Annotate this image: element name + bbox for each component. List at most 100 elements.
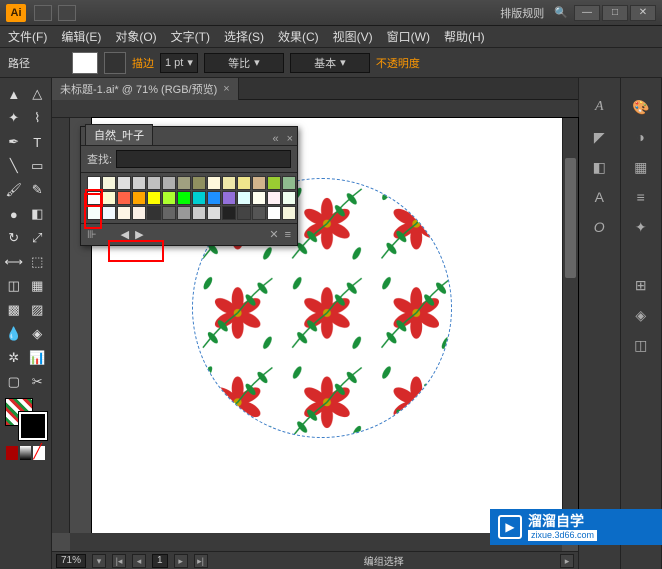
- swatch-item[interactable]: [237, 206, 251, 220]
- menu-effect[interactable]: 效果(C): [278, 28, 319, 45]
- delete-swatch-icon[interactable]: ✕: [269, 228, 278, 241]
- stroke-weight-input[interactable]: 1 pt▾: [160, 53, 198, 73]
- swatch-item[interactable]: [267, 206, 281, 220]
- swatch-item[interactable]: [132, 176, 146, 190]
- opacity-label[interactable]: 不透明度: [376, 55, 420, 71]
- scrollbar-vertical[interactable]: [562, 118, 578, 533]
- swatch-item[interactable]: [102, 191, 116, 205]
- profile-dropdown[interactable]: 等比▾: [204, 53, 284, 73]
- fill-swatch[interactable]: [72, 52, 98, 74]
- menu-select[interactable]: 选择(S): [224, 28, 264, 45]
- eyedropper-tool[interactable]: 💧: [2, 322, 26, 346]
- swatch-item[interactable]: [252, 206, 266, 220]
- menu-help[interactable]: 帮助(H): [444, 28, 485, 45]
- swatch-search-input[interactable]: [116, 150, 291, 168]
- zoom-level[interactable]: 71%: [56, 554, 86, 568]
- character-panel-icon[interactable]: A: [588, 96, 610, 118]
- chevron-down-icon[interactable]: ▾: [340, 56, 346, 69]
- stroke-panel-icon[interactable]: ◤: [588, 126, 610, 148]
- opentype-panel-icon[interactable]: O: [588, 216, 610, 238]
- menu-file[interactable]: 文件(F): [8, 28, 47, 45]
- swatch-item[interactable]: [282, 191, 296, 205]
- rotate-tool[interactable]: ↻: [2, 226, 26, 250]
- blob-brush-tool[interactable]: ●: [2, 202, 26, 226]
- free-transform-tool[interactable]: ⬚: [26, 250, 50, 274]
- swatches-panel[interactable]: 自然_叶子 « × 查找: ⊪ ◀ ▶ ✕ ≡: [80, 126, 298, 246]
- swatch-item[interactable]: [192, 191, 206, 205]
- swatch-item[interactable]: [177, 176, 191, 190]
- swatch-item[interactable]: [87, 206, 101, 220]
- tab-close-icon[interactable]: ×: [223, 83, 229, 95]
- pen-tool[interactable]: ✒: [2, 130, 26, 154]
- swatch-item[interactable]: [192, 176, 206, 190]
- perspective-tool[interactable]: ▦: [26, 274, 50, 298]
- swatch-item[interactable]: [237, 176, 251, 190]
- swatch-item[interactable]: [222, 206, 236, 220]
- gradient-mode[interactable]: [20, 446, 32, 460]
- lasso-tool[interactable]: ⌇: [26, 106, 50, 130]
- swatch-item[interactable]: [177, 191, 191, 205]
- color-panel-icon[interactable]: 🎨: [630, 96, 652, 118]
- menu-window[interactable]: 窗口(W): [387, 28, 430, 45]
- arrange-docs-button[interactable]: [58, 5, 76, 21]
- swatch-item[interactable]: [282, 206, 296, 220]
- type-tool[interactable]: T: [26, 130, 50, 154]
- swatch-item[interactable]: [162, 176, 176, 190]
- width-tool[interactable]: ⟷: [2, 250, 26, 274]
- swatch-item[interactable]: [222, 176, 236, 190]
- brush-dropdown[interactable]: 基本▾: [290, 53, 370, 73]
- swatch-item[interactable]: [162, 206, 176, 220]
- brushes-panel-icon[interactable]: ≡: [630, 186, 652, 208]
- symbol-sprayer-tool[interactable]: ✲: [2, 346, 26, 370]
- stroke-color[interactable]: [19, 412, 47, 440]
- artboard-tool[interactable]: ▢: [2, 370, 26, 394]
- swatch-item[interactable]: [237, 191, 251, 205]
- selection-tool[interactable]: ▲: [2, 82, 26, 106]
- line-tool[interactable]: ╲: [2, 154, 26, 178]
- swatch-item[interactable]: [117, 176, 131, 190]
- maximize-button[interactable]: □: [602, 5, 628, 21]
- document-tab[interactable]: 未标题-1.ai* @ 71% (RGB/预览) ×: [52, 78, 239, 100]
- search-icon[interactable]: 🔍: [554, 6, 568, 19]
- swatch-item[interactable]: [147, 206, 161, 220]
- swatch-item[interactable]: [252, 176, 266, 190]
- type-panel-icon[interactable]: A: [588, 186, 610, 208]
- status-menu-icon[interactable]: ▸: [560, 554, 574, 568]
- nav-first-icon[interactable]: |◂: [112, 554, 126, 568]
- pencil-tool[interactable]: ✎: [26, 178, 50, 202]
- panel-tab[interactable]: 自然_叶子: [85, 124, 153, 145]
- workspace-dropdown[interactable]: 排版规则: [500, 5, 544, 21]
- direct-select-tool[interactable]: △: [26, 82, 50, 106]
- panel-menu-icon[interactable]: ≡: [285, 229, 291, 241]
- swatch-item[interactable]: [87, 191, 101, 205]
- nav-prev-icon[interactable]: ◂: [132, 554, 146, 568]
- swatch-libraries-icon[interactable]: ⊪: [87, 228, 97, 241]
- swatch-item[interactable]: [267, 176, 281, 190]
- menu-edit[interactable]: 编辑(E): [61, 28, 101, 45]
- swatch-item[interactable]: [132, 206, 146, 220]
- nav-last-icon[interactable]: ▸|: [194, 554, 208, 568]
- color-guide-panel-icon[interactable]: ◑: [630, 126, 652, 148]
- mesh-tool[interactable]: ▩: [2, 298, 26, 322]
- slice-tool[interactable]: ✂: [26, 370, 50, 394]
- pathfinder-panel-icon[interactable]: ◫: [630, 334, 652, 356]
- swatch-item[interactable]: [117, 191, 131, 205]
- panel-close-icon[interactable]: ×: [283, 133, 297, 145]
- magic-wand-tool[interactable]: ✦: [2, 106, 26, 130]
- next-swatch-icon[interactable]: ▶: [135, 228, 143, 241]
- swatch-item[interactable]: [147, 176, 161, 190]
- swatches-panel-icon[interactable]: ▦: [630, 156, 652, 178]
- swatch-item[interactable]: [267, 191, 281, 205]
- fill-stroke-control[interactable]: [3, 396, 49, 442]
- bridge-button[interactable]: [34, 5, 52, 21]
- swatch-item[interactable]: [192, 206, 206, 220]
- transform-panel-icon[interactable]: ◈: [630, 304, 652, 326]
- zoom-dropdown-icon[interactable]: ▾: [92, 554, 106, 568]
- scrollbar-thumb[interactable]: [565, 158, 576, 278]
- rectangle-tool[interactable]: ▭: [26, 154, 50, 178]
- symbols-panel-icon[interactable]: ✦: [630, 216, 652, 238]
- color-mode[interactable]: [6, 446, 18, 460]
- swatch-item[interactable]: [252, 191, 266, 205]
- swatch-item[interactable]: [117, 206, 131, 220]
- swatch-item[interactable]: [207, 191, 221, 205]
